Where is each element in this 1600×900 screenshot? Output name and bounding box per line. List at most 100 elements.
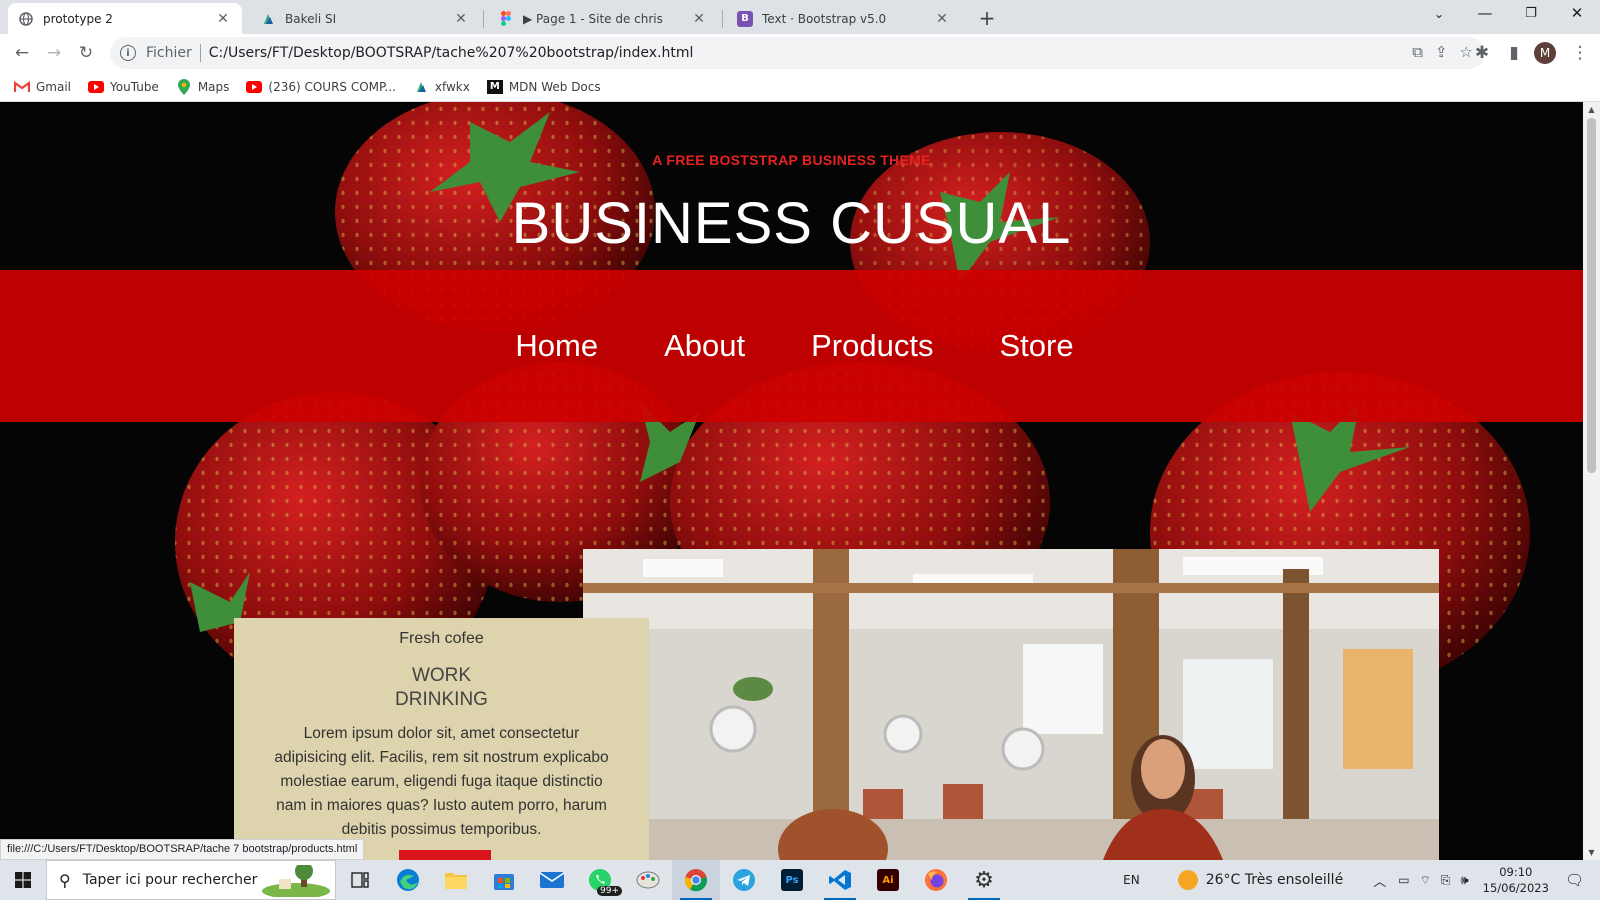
windows-taskbar: ⚲ Taper ici pour rechercher 99+ Ps Ai ⚙ …	[0, 860, 1600, 900]
bookmark-mdn[interactable]: M MDN Web Docs	[486, 79, 601, 94]
address-bar[interactable]: i Fichier C:/Users/FT/Desktop/BOOTSRAP/t…	[110, 37, 1485, 69]
clock-date: 15/06/2023	[1482, 881, 1549, 895]
link-status-bubble: file:///C:/Users/FT/Desktop/BOOTSRAP/tac…	[0, 839, 365, 860]
volume-icon[interactable]: 🕪	[1460, 873, 1468, 888]
bookmark-label: Maps	[197, 79, 230, 94]
tab-search-icon[interactable]: ⌄	[1424, 7, 1454, 21]
battery-icon[interactable]: ▭	[1398, 873, 1409, 887]
language-indicator[interactable]: EN	[1123, 873, 1140, 887]
restore-button[interactable]: ❐	[1516, 6, 1546, 21]
translate-icon[interactable]: ⧉	[1412, 43, 1423, 61]
scrollbar-thumb[interactable]	[1587, 118, 1596, 473]
close-icon[interactable]: ✕	[452, 11, 470, 27]
bookmarks-bar: Gmail YouTube Maps (236) COURS COMP... x…	[0, 72, 1600, 102]
whatsapp-badge: 99+	[597, 886, 622, 896]
forward-icon[interactable]: →	[42, 41, 66, 65]
search-highlight-icon	[262, 865, 330, 897]
task-view-icon[interactable]	[336, 860, 384, 900]
mdn-icon: M	[486, 79, 503, 94]
gmail-icon	[14, 80, 30, 94]
chrome-icon[interactable]	[672, 860, 720, 900]
system-tray: EN 26°C Très ensoleillé ︿ ▭ ⌔ ⎘ 🕪 09:10 …	[1123, 860, 1600, 900]
share-icon[interactable]: ⇪	[1435, 43, 1448, 61]
bakeli-icon	[260, 11, 276, 27]
close-window-button[interactable]: ✕	[1562, 4, 1592, 22]
network-icon[interactable]: ⎘	[1441, 873, 1451, 888]
close-icon[interactable]: ✕	[933, 11, 951, 27]
extensions-icon[interactable]: ✱	[1470, 41, 1494, 65]
whatsapp-icon[interactable]: 99+	[576, 860, 624, 900]
browser-toolbar: ← → ↻ i Fichier C:/Users/FT/Desktop/BOOT…	[0, 34, 1600, 72]
notifications-icon[interactable]: 🗨	[1565, 871, 1584, 889]
store-icon[interactable]	[480, 860, 528, 900]
wifi-icon[interactable]: ⌔	[1420, 873, 1431, 888]
tab-figma[interactable]: ▶ Page 1 - Site de chris ✕	[488, 3, 718, 34]
tab-prototype[interactable]: prototype 2 ✕	[8, 3, 242, 34]
card-body: Lorem ipsum dolor sit, amet consectetur …	[274, 725, 609, 838]
scheme-label: Fichier	[146, 45, 192, 61]
windows-start-icon[interactable]	[0, 860, 46, 900]
tab-bootstrap[interactable]: B Text · Bootstrap v5.0 ✕	[727, 3, 961, 34]
page-viewport: A FREE BOSTSTRAP BUSINESS THEME BUSINESS…	[0, 102, 1583, 860]
card-kicker: Fresh cofee	[399, 630, 484, 647]
site-info-icon[interactable]: i	[120, 45, 136, 61]
new-tab-button[interactable]: +	[976, 6, 998, 30]
bootstrap-icon: B	[737, 10, 753, 27]
vscode-icon[interactable]	[816, 860, 864, 900]
tab-bakeli[interactable]: Bakeli SI ✕	[250, 3, 480, 34]
page-scrollbar[interactable]: ▲ ▼	[1583, 102, 1600, 860]
tab-title: Bakeli SI	[285, 11, 337, 26]
clock[interactable]: 09:10 15/06/2023	[1483, 864, 1549, 896]
card-heading-line1: WORK	[411, 665, 472, 686]
bakeli-icon	[413, 80, 429, 94]
back-icon[interactable]: ←	[10, 41, 34, 65]
maps-icon	[176, 78, 192, 95]
edge-icon[interactable]	[384, 860, 432, 900]
settings-icon[interactable]: ⚙	[960, 860, 1008, 900]
mail-icon[interactable]	[528, 860, 576, 900]
bookmark-youtube[interactable]: YouTube	[88, 80, 159, 94]
visit-button[interactable]: Visit Me	[399, 850, 491, 860]
minimize-button[interactable]: —	[1470, 4, 1500, 22]
bookmark-maps[interactable]: Maps	[176, 78, 230, 95]
tab-title: prototype 2	[43, 11, 113, 26]
taskbar-search[interactable]: ⚲ Taper ici pour rechercher	[46, 860, 336, 900]
weather-text[interactable]: 26°C Très ensoleillé	[1206, 872, 1343, 888]
side-panel-icon[interactable]: ▮	[1502, 41, 1526, 65]
search-icon: ⚲	[59, 870, 71, 890]
url-text[interactable]: C:/Users/FT/Desktop/BOOTSRAP/tache%207%2…	[209, 45, 694, 61]
bookmark-label: Gmail	[36, 79, 72, 94]
scroll-up-icon[interactable]: ▲	[1583, 105, 1600, 114]
site-subtitle: A FREE BOSTSTRAP BUSINESS THEME	[652, 152, 931, 168]
reload-icon[interactable]: ↻	[74, 41, 98, 65]
nav-products[interactable]: Products	[811, 328, 933, 364]
file-explorer-icon[interactable]	[432, 860, 480, 900]
bookmark-xfwkx[interactable]: xfwkx	[413, 80, 470, 94]
scroll-down-icon[interactable]: ▼	[1583, 848, 1600, 857]
bookmark-cours[interactable]: (236) COURS COMP...	[246, 79, 396, 94]
menu-icon[interactable]: ⋮	[1568, 41, 1592, 65]
close-icon[interactable]: ✕	[214, 11, 232, 27]
bookmark-gmail[interactable]: Gmail	[14, 80, 71, 94]
telegram-icon[interactable]	[720, 860, 768, 900]
clock-time: 09:10	[1499, 865, 1533, 879]
tab-title: ▶ Page 1 - Site de chris	[523, 11, 663, 26]
chevron-up-icon[interactable]: ︿	[1373, 871, 1386, 890]
nav-store[interactable]: Store	[999, 328, 1073, 364]
bookmark-label: YouTube	[110, 79, 159, 94]
firefox-icon[interactable]	[912, 860, 960, 900]
bookmark-label: (236) COURS COMP...	[268, 79, 396, 94]
photoshop-icon[interactable]: Ps	[768, 860, 816, 900]
nav-home[interactable]: Home	[515, 328, 598, 364]
close-icon[interactable]: ✕	[690, 11, 708, 27]
illustrator-icon[interactable]: Ai	[864, 860, 912, 900]
feature-card: Fresh cofee WORK DRINKING Lorem ipsum do…	[234, 618, 649, 860]
card-heading: WORK DRINKING	[234, 664, 649, 712]
nav-about[interactable]: About	[664, 328, 745, 364]
site-title: BUSINESS CUSUAL	[511, 191, 1072, 256]
avatar[interactable]: M	[1534, 42, 1556, 64]
figma-icon	[498, 11, 514, 27]
salon-photo	[583, 549, 1439, 860]
search-placeholder: Taper ici pour rechercher	[82, 872, 258, 888]
paint-icon[interactable]	[624, 860, 672, 900]
